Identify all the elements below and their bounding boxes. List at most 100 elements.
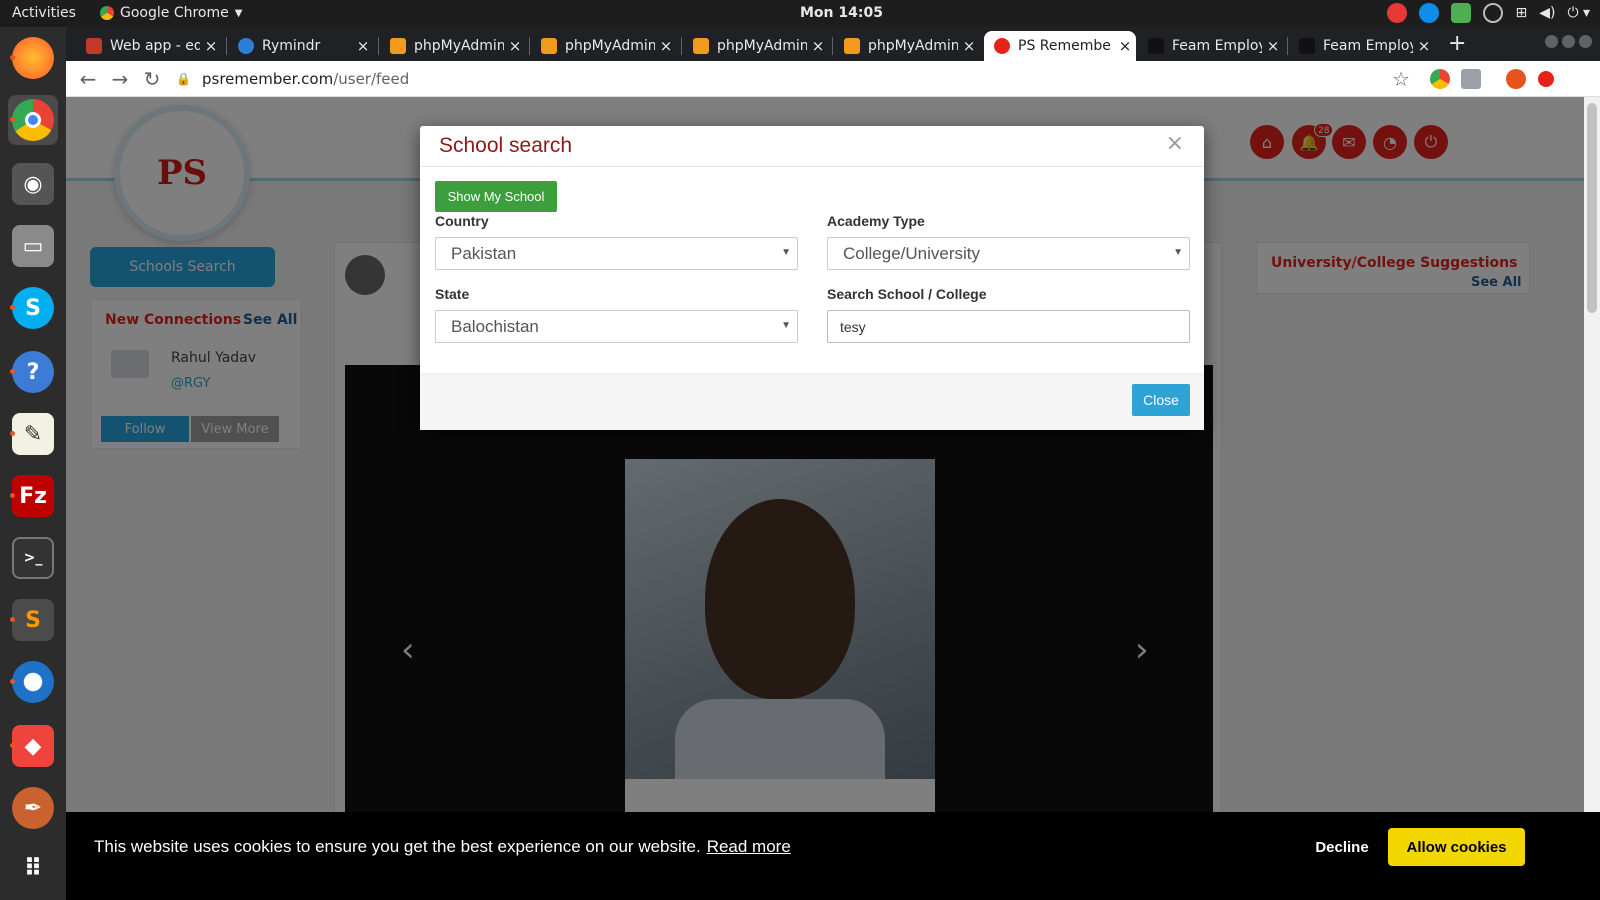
close-icon[interactable]: × <box>1166 131 1184 156</box>
close-icon[interactable]: × <box>1413 37 1435 55</box>
dock-anydesk[interactable]: ◆ <box>8 721 58 771</box>
teamviewer-icon[interactable] <box>1419 3 1440 23</box>
tab-ps-remember[interactable]: PS Remembe × <box>984 31 1136 61</box>
forward-button[interactable]: → <box>108 67 132 91</box>
thunderbird-icon <box>12 661 54 703</box>
terminal-icon: >_ <box>12 537 54 579</box>
profile-avatar[interactable] <box>1506 69 1526 89</box>
school-search-modal: School search × Show My School Country P… <box>420 126 1204 430</box>
clock[interactable]: Mon 14:05 <box>800 5 883 21</box>
new-tab-button[interactable]: + <box>1448 31 1466 56</box>
extension-icon[interactable] <box>1430 69 1450 89</box>
web-app-favicon <box>86 38 102 54</box>
dock-filezilla[interactable]: Fz <box>8 471 58 521</box>
tab-phpmyadmin-1[interactable]: phpMyAdmin × <box>380 31 526 61</box>
reload-button[interactable]: ↻ <box>140 67 164 91</box>
psremember-favicon <box>994 38 1010 54</box>
show-applications[interactable]: ⠿ <box>8 843 58 893</box>
network-icon[interactable]: ⊞ <box>1515 5 1527 21</box>
running-indicator <box>10 55 15 60</box>
running-indicator <box>10 117 15 122</box>
cookie-message: This website uses cookies to ensure you … <box>94 837 791 857</box>
close-icon[interactable]: × <box>958 37 980 55</box>
dock-text-editor[interactable]: ✎ <box>8 409 58 459</box>
close-button[interactable]: Close <box>1132 384 1190 416</box>
dock-chrome[interactable] <box>8 95 58 145</box>
rymindr-favicon <box>238 38 254 54</box>
tab-rymindr[interactable]: Rymindr × <box>228 31 374 61</box>
close-icon[interactable]: × <box>655 37 677 55</box>
dock-skype[interactable]: S <box>8 283 58 333</box>
close-icon[interactable]: × <box>1114 37 1136 55</box>
filezilla-icon: Fz <box>12 475 54 517</box>
tab-separator <box>681 37 682 55</box>
close-icon[interactable]: × <box>352 37 374 55</box>
address-bar[interactable]: 🔒 psremember.com/user/feed <box>176 65 1406 93</box>
app-menu-label: Google Chrome <box>120 5 229 21</box>
volume-icon[interactable]: ◀) <box>1539 5 1555 21</box>
running-indicator <box>10 369 15 374</box>
state-label: State <box>435 286 470 302</box>
tab-feam-1[interactable]: Feam Employ × <box>1138 31 1284 61</box>
running-indicator <box>10 617 15 622</box>
power-icon[interactable]: ⏻ ▾ <box>1567 5 1590 21</box>
tab-phpmyadmin-4[interactable]: phpMyAdmin × <box>834 31 980 61</box>
state-select[interactable]: Balochistan ▼ <box>435 310 798 343</box>
modal-header: School search × <box>420 126 1204 167</box>
check-icon[interactable] <box>1451 3 1472 23</box>
sync-icon[interactable] <box>1483 3 1504 23</box>
dock-files[interactable]: ▭ <box>8 221 58 271</box>
tab-feam-2[interactable]: Feam Employ × <box>1289 31 1435 61</box>
tab-label: phpMyAdmin <box>868 38 958 54</box>
close-icon[interactable]: × <box>200 37 222 55</box>
maximize-icon[interactable] <box>1562 35 1575 48</box>
phpmyadmin-favicon <box>844 38 860 54</box>
running-indicator <box>10 305 15 310</box>
dock-firefox[interactable] <box>8 33 58 83</box>
close-icon[interactable]: × <box>504 37 526 55</box>
tab-label: Web app - ed <box>110 38 200 54</box>
state-value: Balochistan <box>451 316 539 336</box>
tab-label: PS Remembe <box>1018 38 1111 54</box>
activities-button[interactable]: Activities <box>12 5 76 21</box>
sublime-icon: S <box>12 599 54 641</box>
tab-phpmyadmin-3[interactable]: phpMyAdmin × <box>683 31 829 61</box>
browser-toolbar: ← → ↻ 🔒 psremember.com/user/feed ☆ <box>66 61 1600 97</box>
scrollbar-thumb[interactable] <box>1587 103 1597 313</box>
update-icon[interactable] <box>1538 71 1554 87</box>
academy-type-select[interactable]: College/University ▼ <box>827 237 1190 270</box>
dock-drawing[interactable]: ✒ <box>8 783 58 833</box>
dock: ◉ ▭ S ? ✎ Fz >_ S ◆ ✒ ⠿ <box>0 27 66 900</box>
country-select[interactable]: Pakistan ▼ <box>435 237 798 270</box>
app-menu[interactable]: Google Chrome ▼ <box>100 5 242 21</box>
tab-separator <box>529 37 530 55</box>
dock-thunderbird[interactable] <box>8 657 58 707</box>
cookie-banner: This website uses cookies to ensure you … <box>66 812 1600 900</box>
close-icon[interactable]: × <box>1262 37 1284 55</box>
back-button[interactable]: ← <box>76 67 100 91</box>
dock-terminal[interactable]: >_ <box>8 533 58 583</box>
close-icon[interactable]: × <box>807 37 829 55</box>
dock-sublime[interactable]: S <box>8 595 58 645</box>
search-school-input[interactable]: tesy <box>827 310 1190 343</box>
app-indicator-icon[interactable] <box>1387 3 1408 23</box>
tab-web-app[interactable]: Web app - ed × <box>76 31 222 61</box>
drawing-icon: ✒ <box>12 787 54 829</box>
allow-cookies-button[interactable]: Allow cookies <box>1388 828 1525 866</box>
skype-icon: S <box>12 287 54 329</box>
close-window-icon[interactable] <box>1579 35 1592 48</box>
dock-help[interactable]: ? <box>8 347 58 397</box>
country-value: Pakistan <box>451 243 517 263</box>
cast-icon[interactable] <box>1461 69 1481 89</box>
lock-icon[interactable]: 🔒 <box>176 72 191 86</box>
show-my-school-button[interactable]: Show My School <box>435 181 557 212</box>
page-scrollbar[interactable] <box>1584 97 1600 900</box>
minimize-icon[interactable] <box>1545 35 1558 48</box>
camera-icon: ◉ <box>12 163 54 205</box>
country-label: Country <box>435 213 489 229</box>
decline-button[interactable]: Decline <box>1302 828 1382 866</box>
dock-screenshot[interactable]: ◉ <box>8 159 58 209</box>
tab-phpmyadmin-2[interactable]: phpMyAdmin × <box>531 31 677 61</box>
read-more-link[interactable]: Read more <box>707 837 791 856</box>
bookmark-star-icon[interactable]: ☆ <box>1389 67 1413 91</box>
